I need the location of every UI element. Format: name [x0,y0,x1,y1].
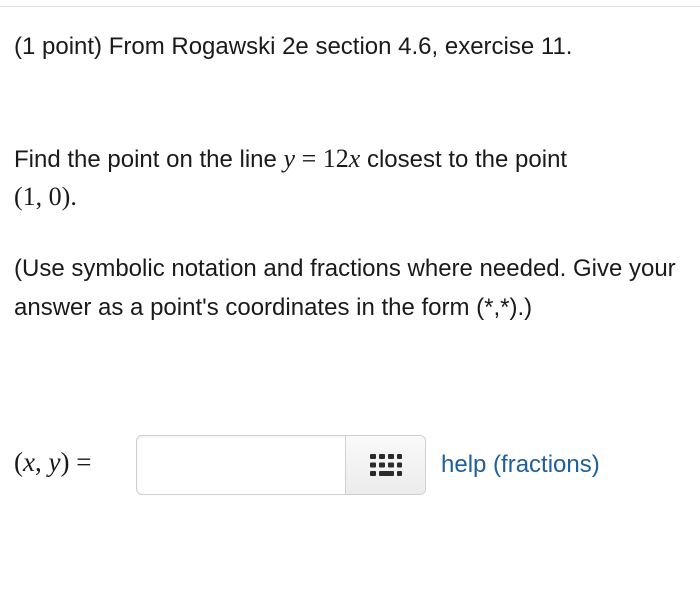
label-separator: , [34,447,49,477]
target-point: (1, 0) [14,182,71,211]
label-open: ( [14,447,23,477]
answer-input[interactable] [137,436,343,494]
label-x: x [23,447,35,477]
equation-y: y [283,144,296,173]
answer-input-group [136,435,426,495]
problem-period: . [70,182,77,211]
label-close: ) = [60,447,92,477]
equation-x: x [348,144,361,173]
answer-label: (x, y) = [14,447,91,478]
equation-equals: = [295,144,323,173]
answer-instructions: (Use symbolic notation and fractions whe… [14,255,676,321]
label-y: y [48,447,61,477]
problem-text-before: Find the point on the line [14,146,284,173]
equation-coefficient: 12 [322,144,349,173]
top-divider [0,6,700,7]
equation-editor-button[interactable] [345,436,425,494]
problem-text-after: closest to the point [360,146,568,173]
problem-statement: Find the point on the line y = 12x close… [14,140,698,216]
grid-icon [370,454,402,476]
line-equation: y = 12x [284,144,361,173]
answer-row: (x, y) = help (fractions) [14,435,694,495]
problem-header: (1 point) From Rogawski 2e section 4.6, … [14,33,573,60]
help-fractions-link[interactable]: help (fractions) [441,451,600,479]
